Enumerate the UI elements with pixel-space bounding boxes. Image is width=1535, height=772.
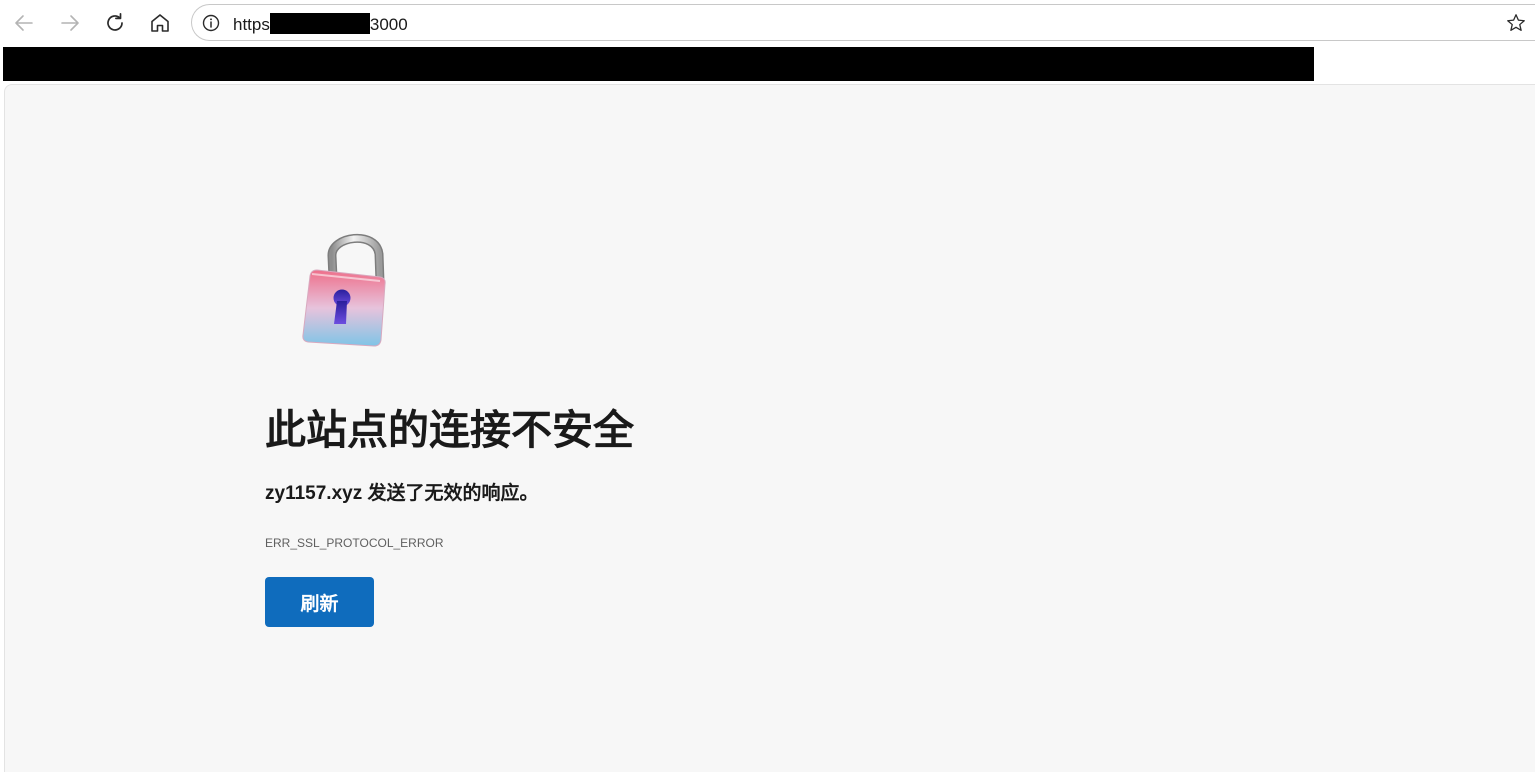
arrow-left-icon [15,15,33,31]
redacted-bookmarks-bar [3,47,1314,81]
error-message: zy1157.xyz 发送了无效的响应。 [265,483,539,504]
reload-button[interactable]: 刷新 [265,577,374,627]
reload-toolbar-button[interactable] [97,5,133,41]
home-button[interactable] [142,5,178,41]
forward-button[interactable] [52,5,88,41]
reload-icon [107,12,123,31]
error-code: ERR_SSL_PROTOCOL_ERROR [265,536,444,550]
redacted-url-segment [269,13,370,34]
home-icon [151,14,169,32]
url-text[interactable]: https 3000 [233,13,408,35]
url-prefix: https [233,15,270,34]
info-icon[interactable] [201,13,221,33]
browser-toolbar: https 3000 [0,0,1535,46]
star-icon[interactable] [1505,12,1527,34]
unlocked-padlock-icon [302,234,386,347]
back-button[interactable] [6,5,42,41]
url-suffix: 3000 [369,15,408,34]
address-bar[interactable]: https 3000 [191,4,1535,41]
page-content [4,84,1535,772]
arrow-right-icon [61,15,79,31]
error-title: 此站点的连接不安全 [265,407,634,453]
